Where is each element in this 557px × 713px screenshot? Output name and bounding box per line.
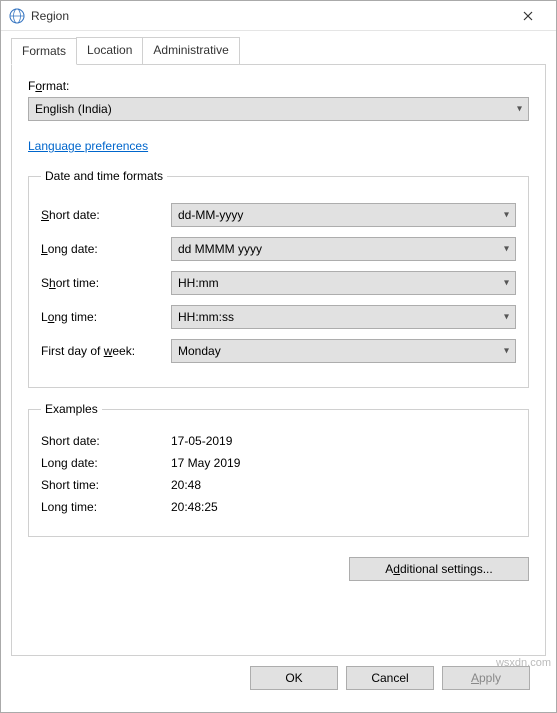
chevron-down-icon: ▾ [504, 244, 509, 255]
chevron-down-icon: ▾ [504, 210, 509, 221]
watermark: wsxdn.com [496, 657, 551, 669]
short-time-value: HH:mm [178, 276, 219, 290]
short-date-value: dd-MM-yyyy [178, 208, 243, 222]
format-label: Format: [28, 79, 529, 93]
window-title: Region [31, 9, 508, 23]
chevron-down-icon: ▾ [504, 346, 509, 357]
tab-pane-formats: Format: English (India) ▾ Language prefe… [11, 64, 546, 656]
first-day-combo[interactable]: Monday ▾ [171, 339, 516, 363]
cancel-button[interactable]: Cancel [346, 666, 434, 690]
tab-formats[interactable]: Formats [11, 38, 77, 65]
language-preferences-link[interactable]: Language preferences [28, 139, 529, 153]
close-button[interactable] [508, 1, 548, 30]
tab-location[interactable]: Location [76, 37, 143, 64]
first-day-value: Monday [178, 344, 221, 358]
first-day-label: First day of week: [41, 344, 171, 358]
format-combo-value: English (India) [35, 102, 112, 116]
dialog-footer: OK Cancel Apply [11, 656, 546, 702]
date-time-formats-legend: Date and time formats [41, 169, 167, 183]
client-area: Formats Location Administrative Format: … [1, 31, 556, 712]
apply-button[interactable]: Apply [442, 666, 530, 690]
format-combo[interactable]: English (India) ▾ [28, 97, 529, 121]
ex-long-date-value: 17 May 2019 [171, 456, 240, 470]
ex-long-date-label: Long date: [41, 456, 171, 470]
long-time-combo[interactable]: HH:mm:ss ▾ [171, 305, 516, 329]
long-date-value: dd MMMM yyyy [178, 242, 262, 256]
ex-long-time-label: Long time: [41, 500, 171, 514]
tab-strip: Formats Location Administrative [11, 37, 546, 64]
titlebar: Region [1, 1, 556, 31]
chevron-down-icon: ▾ [504, 278, 509, 289]
ex-short-date-value: 17-05-2019 [171, 434, 232, 448]
long-time-value: HH:mm:ss [178, 310, 234, 324]
short-date-combo[interactable]: dd-MM-yyyy ▾ [171, 203, 516, 227]
region-dialog: Region Formats Location Administrative F… [0, 0, 557, 713]
ex-short-time-value: 20:48 [171, 478, 201, 492]
ok-button[interactable]: OK [250, 666, 338, 690]
ex-long-time-value: 20:48:25 [171, 500, 218, 514]
long-date-combo[interactable]: dd MMMM yyyy ▾ [171, 237, 516, 261]
chevron-down-icon: ▾ [504, 312, 509, 323]
ex-short-date-label: Short date: [41, 434, 171, 448]
short-time-combo[interactable]: HH:mm ▾ [171, 271, 516, 295]
short-date-label: Short date: [41, 208, 171, 222]
examples-legend: Examples [41, 402, 102, 416]
ex-short-time-label: Short time: [41, 478, 171, 492]
short-time-label: Short time: [41, 276, 171, 290]
date-time-formats-group: Date and time formats Short date: dd-MM-… [28, 169, 529, 388]
tab-administrative[interactable]: Administrative [142, 37, 239, 64]
additional-settings-button[interactable]: Additional settings... [349, 557, 529, 581]
globe-icon [9, 8, 25, 24]
long-time-label: Long time: [41, 310, 171, 324]
examples-group: Examples Short date:17-05-2019 Long date… [28, 402, 529, 537]
long-date-label: Long date: [41, 242, 171, 256]
chevron-down-icon: ▾ [517, 104, 522, 115]
